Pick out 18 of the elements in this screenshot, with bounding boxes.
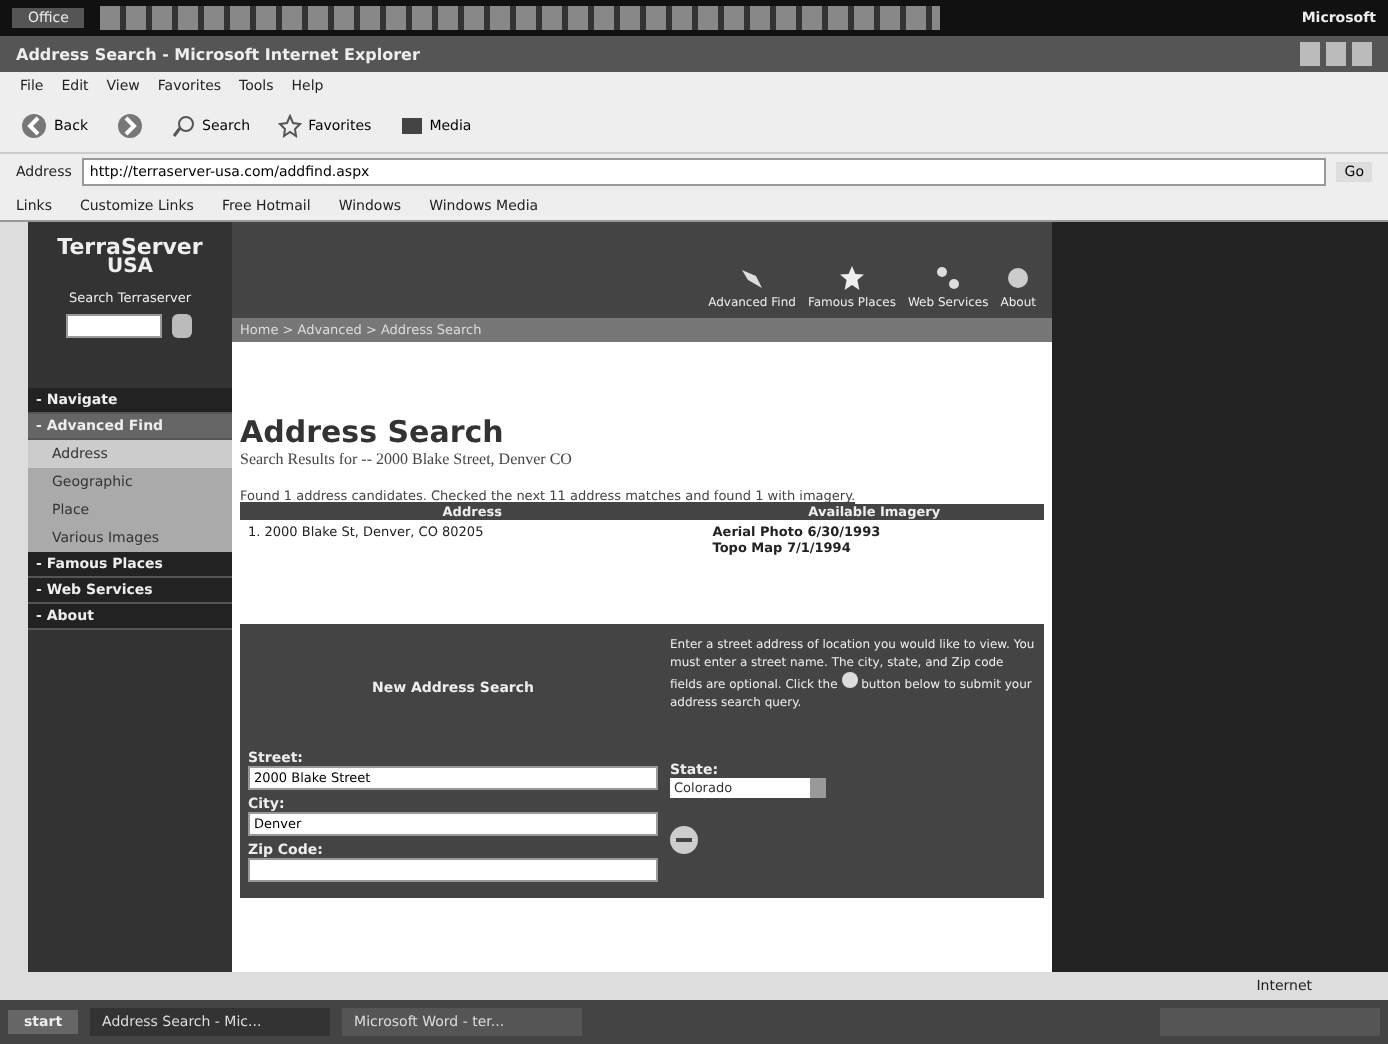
window-controls-icon[interactable] [1300,42,1372,66]
glyph-icon [934,264,963,292]
glyph-icon [738,264,767,292]
star-icon [837,264,866,292]
search-go-icon[interactable] [170,312,194,340]
page-heading: Address Search [240,414,506,450]
toolbar-button[interactable] [112,110,148,142]
glyph-icon [1004,264,1033,292]
search-icon [172,114,196,138]
window-title: Address Search - Microsoft Internet Explorer [16,45,420,63]
site-logo: TerraServer USA [57,234,203,278]
media-icon [399,114,424,138]
results-subheading: Search Results for -- 2000 Blake Street, Denver CO [240,450,574,468]
star-icon [278,114,303,138]
zip-field[interactable] [248,858,658,882]
go-icon [841,672,858,688]
search-field[interactable] [66,314,162,338]
submit-icon[interactable] [670,826,698,854]
